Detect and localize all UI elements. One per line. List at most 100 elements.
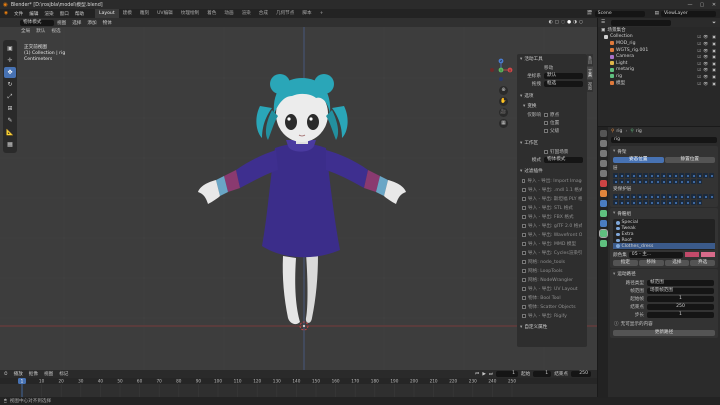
visibility-eye-icon[interactable]: 👁 (703, 67, 708, 72)
addon-checkbox[interactable] (522, 286, 526, 291)
layer-toggle[interactable] (649, 173, 654, 178)
world-props-icon[interactable] (599, 180, 607, 187)
addon-checkbox[interactable] (522, 304, 526, 309)
menu-marker[interactable]: 标记 (56, 371, 71, 377)
layer-toggle[interactable] (685, 173, 690, 178)
tool-props-icon[interactable] (599, 130, 607, 137)
layer-toggle[interactable] (667, 200, 672, 205)
scene-selector[interactable]: Scene (594, 10, 645, 17)
layer-toggle[interactable] (673, 173, 678, 178)
layer-toggle[interactable] (691, 173, 696, 178)
layer-toggle[interactable] (697, 173, 702, 178)
addon-checkbox[interactable] (522, 313, 526, 318)
layer-toggle[interactable] (679, 194, 684, 199)
layer-toggle[interactable] (643, 173, 648, 178)
layer-toggle[interactable] (703, 173, 708, 178)
layer-toggle[interactable] (667, 173, 672, 178)
workspace-tab-texture-paint[interactable]: 纹理绘制 (177, 9, 203, 18)
assign-button[interactable]: 指定 (613, 259, 638, 266)
addon-item[interactable]: 导入 - 导出: Rigify (517, 311, 587, 320)
layer-toggle[interactable] (691, 179, 696, 184)
layer-toggle[interactable] (619, 173, 624, 178)
start-frame-field[interactable]: 1 (533, 371, 552, 377)
addon-checkbox[interactable] (522, 205, 526, 210)
addon-checkbox[interactable] (522, 268, 526, 273)
addon-checkbox[interactable] (522, 250, 526, 255)
timeline-ruler[interactable]: 1102030405060708090100110120130140150160… (0, 378, 597, 397)
layer-toggle[interactable] (685, 194, 690, 199)
snap-selector[interactable]: 视选 (48, 28, 63, 34)
layer-toggle[interactable] (625, 194, 630, 199)
layer-toggle[interactable] (667, 179, 672, 184)
visibility-eye-icon[interactable]: 👁 (703, 61, 708, 66)
xray-toggle-icon[interactable]: ▢ (555, 20, 559, 25)
layer-toggle[interactable] (703, 194, 708, 199)
pose-position-button[interactable]: 姿态位置 (613, 157, 664, 163)
addon-item[interactable]: 导入 - 导出: STL 格式 (517, 203, 587, 212)
exclude-checkbox-icon[interactable]: ☑ (698, 34, 702, 39)
workspace-tab-rendering[interactable]: 渲染 (238, 9, 255, 18)
addon-item[interactable]: 导入 - 导出: FBX 格式 (517, 212, 587, 221)
affect-origins-checkbox[interactable] (544, 113, 548, 117)
layer-toggle[interactable] (613, 200, 618, 205)
blender-menu-icon[interactable]: ◉ (4, 11, 8, 16)
addon-item[interactable]: 导入 - 导出: MMD 模型 (517, 239, 587, 248)
render-toggle-icon[interactable]: ▣ (712, 67, 716, 72)
menu-edit[interactable]: 编辑 (26, 11, 41, 17)
outliner-item[interactable]: 模型 ☑ 👁 ▣ (598, 80, 720, 87)
navigation-gizmo[interactable]: X Z Y (489, 58, 513, 82)
layer-toggle[interactable] (631, 200, 636, 205)
overlay-toggle-icon[interactable]: ◐ (549, 20, 553, 25)
measure-tool[interactable]: 📐 (4, 127, 16, 138)
workspace-section[interactable]: 工作区 (517, 138, 587, 148)
layer-toggle[interactable] (649, 200, 654, 205)
custom-properties-section[interactable]: 自定义属性 (517, 322, 587, 332)
layer-toggle[interactable] (631, 173, 636, 178)
layer-toggle[interactable] (637, 200, 642, 205)
mode-dropdown[interactable]: 物体模式 (544, 157, 583, 163)
pan-icon[interactable]: ✋ (499, 97, 508, 106)
filter-addons-section[interactable]: 过滤插件 (517, 166, 587, 176)
exclude-checkbox-icon[interactable]: ☑ (698, 74, 702, 79)
transform-section[interactable]: 变换 (517, 101, 587, 111)
outliner-item[interactable]: WGTS_rig.001 ☑ 👁 ▣ (598, 47, 720, 54)
bone-group-item[interactable]: Clothes_dress (613, 243, 715, 249)
motion-paths-panel-header[interactable]: 运动路径 (610, 270, 718, 279)
workspace-tab-shading[interactable]: 着色 (203, 9, 220, 18)
render-toggle-icon[interactable]: ▣ (712, 54, 716, 59)
layer-toggle[interactable] (637, 179, 642, 184)
rotate-tool[interactable]: ↻ (4, 79, 16, 90)
layer-toggle[interactable] (649, 194, 654, 199)
layer-toggle[interactable] (613, 179, 618, 184)
workspace-tab-scripting[interactable]: 脚本 (298, 9, 315, 18)
sidebar-tab-view[interactable]: 视图 (587, 80, 593, 92)
update-paths-button[interactable]: 更新路径 (613, 329, 715, 336)
layer-toggle[interactable] (631, 194, 636, 199)
minimize-button[interactable]: — (684, 2, 696, 8)
addon-item[interactable]: 网格: LoopTools (517, 266, 587, 275)
shading-material-icon[interactable]: ◑ (573, 20, 577, 25)
layer-toggle[interactable] (655, 194, 660, 199)
outliner-item[interactable]: Light ☑ 👁 ▣ (598, 60, 720, 67)
rest-position-button[interactable]: 静置位置 (664, 157, 715, 163)
options-section[interactable]: 选项 (517, 91, 587, 101)
paths-type-dropdown[interactable]: 帧范围 (647, 279, 714, 286)
workspace-tab-modeling[interactable]: 建模 (119, 9, 136, 18)
addon-item[interactable]: 导入 - 导出: UV Layout (517, 284, 587, 293)
addon-checkbox[interactable] (522, 196, 526, 201)
addon-checkbox[interactable] (522, 295, 526, 300)
render-toggle-icon[interactable]: ▣ (712, 48, 716, 53)
shading-solid-icon[interactable]: ● (567, 20, 571, 25)
layer-toggle[interactable] (685, 200, 690, 205)
menu-timeline-view[interactable]: 视图 (41, 371, 56, 377)
exclude-checkbox-icon[interactable]: ☑ (698, 54, 702, 59)
sidebar-tab-item[interactable]: 条目 (587, 54, 593, 66)
workspace-tab-geometry-nodes[interactable]: 几何节点 (272, 9, 298, 18)
modifier-props-icon[interactable] (599, 200, 607, 207)
jump-start-icon[interactable]: ⏮ (475, 371, 479, 377)
layer-toggle[interactable] (625, 179, 630, 184)
end-frame-field[interactable]: 250 (571, 371, 591, 377)
addon-item[interactable]: 物体: Bool Tool (517, 293, 587, 302)
layer-buttons[interactable] (610, 172, 718, 185)
exclude-checkbox-icon[interactable]: ☑ (698, 67, 702, 72)
